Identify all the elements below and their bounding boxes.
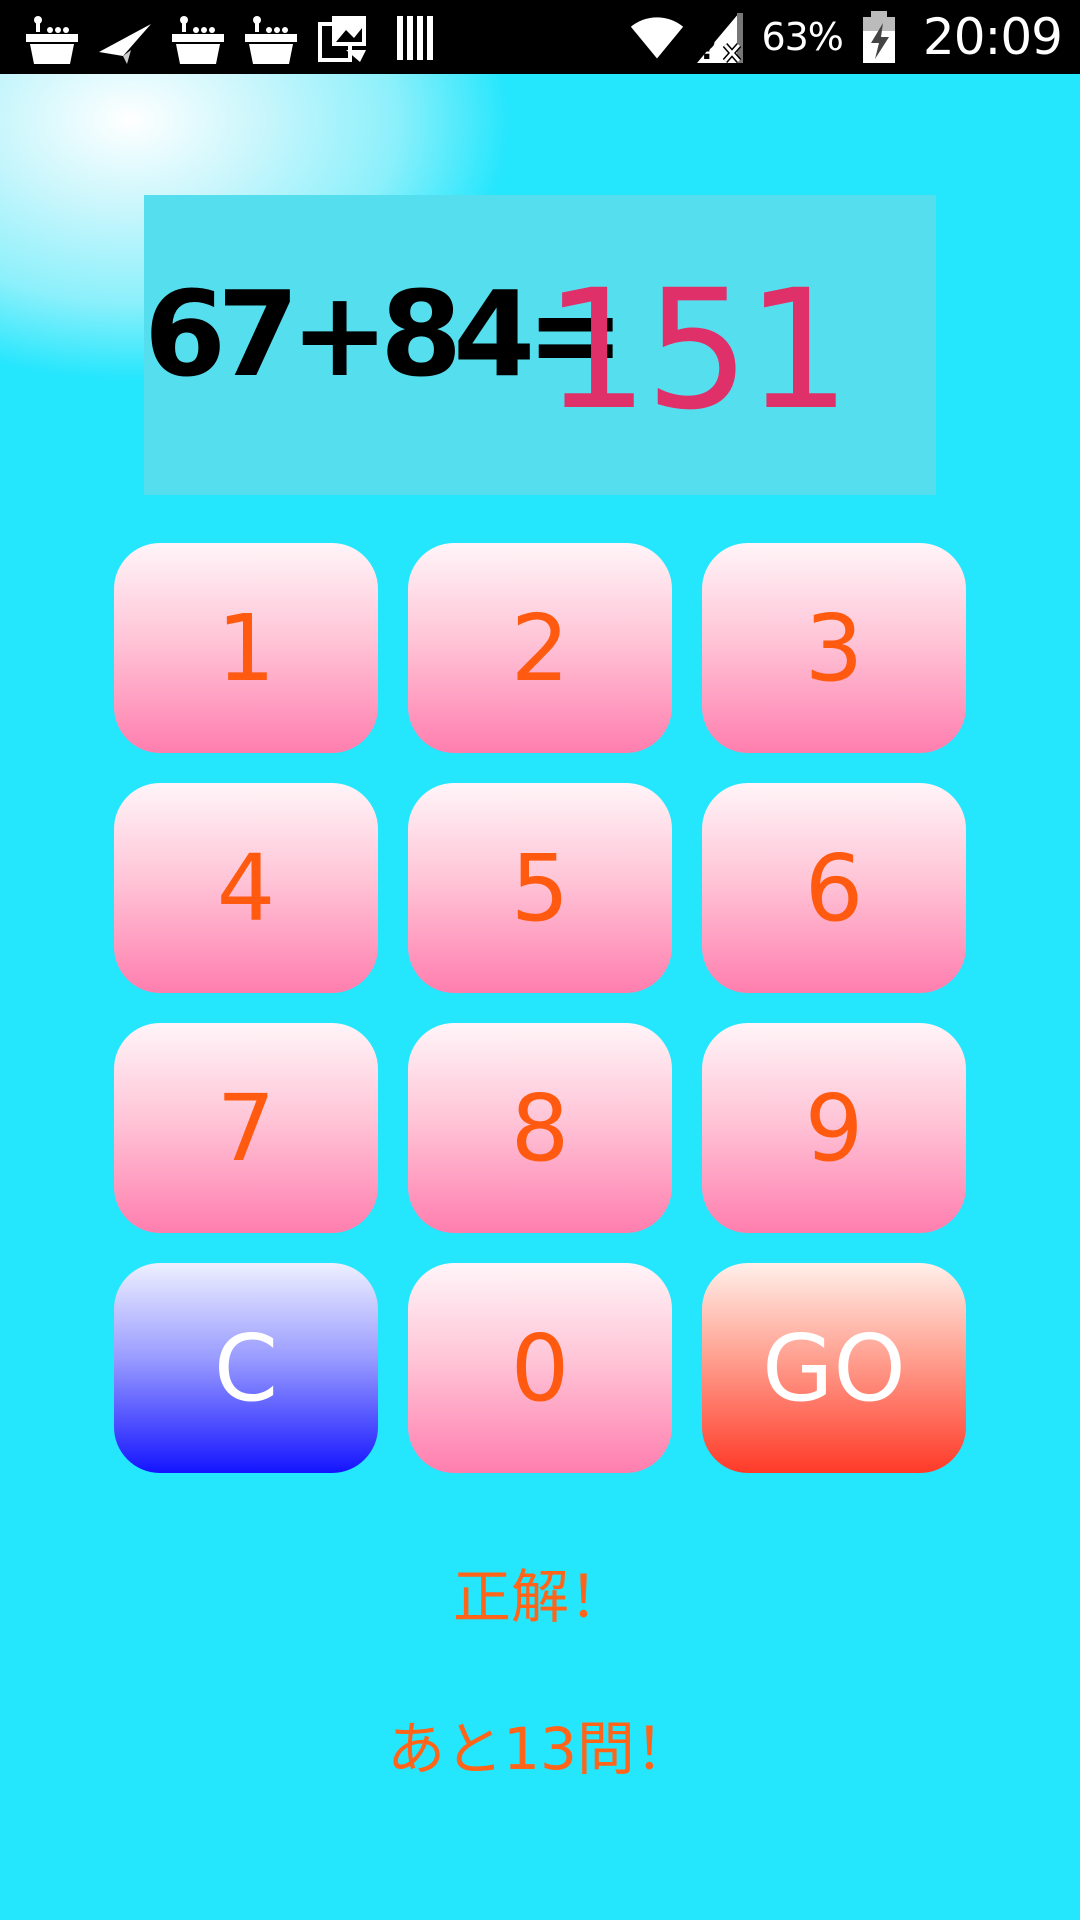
key-7[interactable]: 7 bbox=[114, 1023, 378, 1233]
key-9[interactable]: 9 bbox=[702, 1023, 966, 1233]
key-2[interactable]: 2 bbox=[408, 543, 672, 753]
status-bar: ? 63% 20:09 bbox=[0, 0, 1080, 74]
key-4[interactable]: 4 bbox=[114, 783, 378, 993]
system-status: ? 63% 20:09 bbox=[629, 0, 1063, 74]
question-display: 67+84= 151 bbox=[144, 195, 936, 495]
key-6[interactable]: 6 bbox=[702, 783, 966, 993]
battery-percentage: 63% bbox=[761, 15, 843, 59]
basket-icon bbox=[24, 10, 80, 66]
key-3[interactable]: 3 bbox=[702, 543, 966, 753]
paper-plane-icon bbox=[97, 10, 153, 66]
clear-button[interactable]: C bbox=[114, 1263, 378, 1473]
key-1[interactable]: 1 bbox=[114, 543, 378, 753]
key-0[interactable]: 0 bbox=[408, 1263, 672, 1473]
no-sim-icon: ? bbox=[693, 9, 749, 65]
notification-icons bbox=[24, 10, 445, 66]
key-5[interactable]: 5 bbox=[408, 783, 672, 993]
remaining-questions-message: あと13問！ bbox=[387, 1715, 693, 1783]
answer-text: 151 bbox=[544, 254, 851, 446]
wifi-icon bbox=[629, 9, 685, 65]
key-8[interactable]: 8 bbox=[408, 1023, 672, 1233]
photos-icon bbox=[316, 10, 372, 66]
clock: 20:09 bbox=[922, 8, 1063, 66]
basket-icon bbox=[170, 10, 226, 66]
svg-text:?: ? bbox=[699, 32, 716, 65]
basket-icon bbox=[243, 10, 299, 66]
go-button[interactable]: GO bbox=[702, 1263, 966, 1473]
result-message: 正解！ bbox=[452, 1563, 627, 1631]
barcode-icon bbox=[389, 10, 445, 66]
battery-icon bbox=[851, 9, 907, 65]
